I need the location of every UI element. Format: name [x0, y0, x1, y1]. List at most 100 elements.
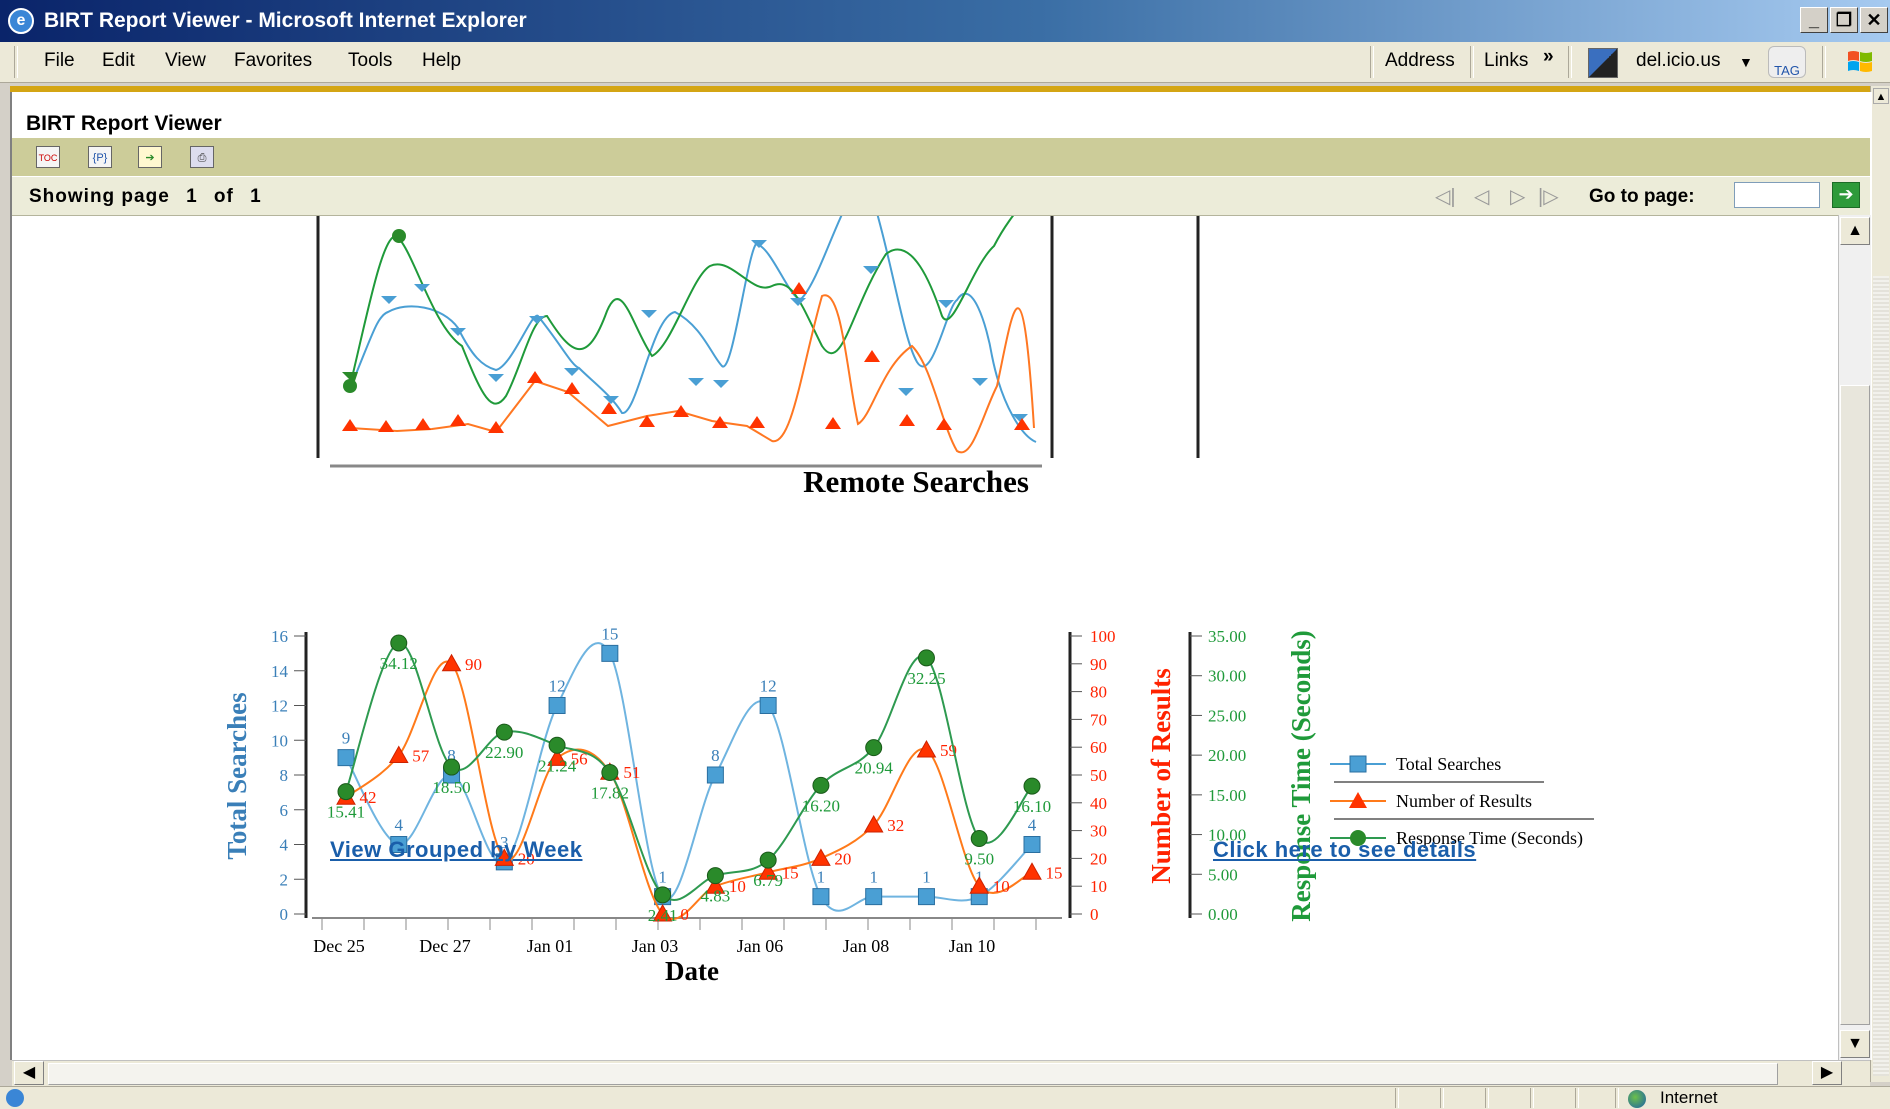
browser-vertical-scrollbar[interactable]: ▲ — [1870, 86, 1890, 1082]
scroll-up-button[interactable]: ▲ — [1840, 217, 1870, 245]
data-label: 15 — [1046, 863, 1063, 882]
menu-tools[interactable]: Tools — [348, 50, 392, 72]
browser-scroll-track[interactable] — [1873, 276, 1889, 1076]
first-page-icon[interactable]: ◁| — [1435, 184, 1456, 209]
address-label[interactable]: Address — [1385, 50, 1455, 72]
total-searches-point — [706, 766, 724, 784]
goto-button[interactable]: ➔ — [1832, 182, 1860, 208]
tag-button[interactable]: TAG — [1768, 46, 1806, 78]
scroll-right-button[interactable]: ▶ — [1812, 1061, 1842, 1085]
response-time-point — [759, 851, 777, 869]
scroll-up-icon[interactable]: ▲ — [1873, 88, 1889, 104]
data-label: 6.79 — [753, 871, 783, 890]
upper-marker — [564, 368, 580, 376]
results-point — [863, 815, 884, 833]
data-label: 10 — [729, 877, 746, 896]
y-tick-label-left: 0 — [280, 905, 289, 924]
see-details-link[interactable]: Click here to see details — [1213, 837, 1476, 863]
legend-square-icon — [1349, 755, 1367, 773]
total-searches-point — [601, 644, 619, 662]
menu-favorites[interactable]: Favorites — [234, 50, 312, 72]
upper-marker — [414, 284, 430, 292]
scroll-left-button[interactable]: ◀ — [14, 1061, 44, 1085]
zone-label: Internet — [1660, 1088, 1718, 1107]
y-axis-title-left: Total Searches — [222, 692, 252, 859]
y-axis-title-mid: Number of Results — [1146, 668, 1176, 884]
report-vertical-scrollbar[interactable]: ▲ ▼ — [1838, 215, 1871, 1060]
horizontal-scroll-thumb[interactable] — [48, 1063, 1778, 1085]
y-tick-label-left: 8 — [280, 766, 289, 785]
goto-label: Go to page: — [1589, 186, 1695, 207]
close-button[interactable]: ✕ — [1860, 7, 1888, 33]
goto-page-input[interactable] — [1734, 182, 1820, 208]
data-label: 4 — [395, 816, 404, 835]
data-label: 32.25 — [907, 669, 945, 688]
upper-marker — [641, 310, 657, 318]
data-label: 22.90 — [485, 743, 523, 762]
y-tick-label-right: 0.00 — [1208, 905, 1238, 924]
menu-view[interactable]: View — [165, 50, 206, 72]
toc-icon[interactable]: TOC — [36, 146, 60, 168]
x-tick-label: Jan 03 — [632, 936, 679, 956]
page-icon — [6, 1089, 24, 1107]
y-axis-title-right: Response Time (Seconds) — [1286, 630, 1316, 922]
upper-chart-partial — [316, 216, 1200, 468]
data-label: 20.94 — [855, 759, 894, 778]
legend-label: Number of Results — [1396, 791, 1532, 811]
remote-searches-chart: 024681012141601020304050607080901000.005… — [222, 624, 1594, 986]
response-time-point — [601, 763, 619, 781]
vertical-scroll-thumb[interactable] — [1840, 385, 1870, 1025]
y-tick-label-left: 12 — [271, 697, 288, 716]
links-more-icon[interactable]: » — [1543, 46, 1554, 68]
parameters-icon[interactable]: {P} — [88, 146, 112, 168]
x-tick-label: Jan 08 — [843, 936, 890, 956]
x-tick-label: Jan 06 — [737, 936, 784, 956]
status-bar: Internet — [0, 1086, 1890, 1109]
y-tick-label-left: 6 — [280, 801, 289, 820]
horizontal-scrollbar[interactable]: ◀ ▶ — [12, 1060, 1870, 1087]
links-label[interactable]: Links — [1484, 50, 1528, 72]
data-label: 1 — [817, 868, 826, 887]
minimize-button[interactable]: _ — [1800, 7, 1828, 33]
total-searches-point — [759, 697, 777, 714]
next-page-icon[interactable]: ▷ — [1510, 184, 1525, 209]
menu-help[interactable]: Help — [422, 50, 461, 72]
page-navigation-bar: Showing page 1 of 1 ◁| ◁ ▷ |▷ Go to page… — [12, 177, 1870, 216]
previous-page-icon[interactable]: ◁ — [1474, 184, 1489, 209]
chart-title: Remote Searches — [803, 464, 1029, 499]
y-tick-label-mid: 90 — [1090, 655, 1107, 674]
menu-edit[interactable]: Edit — [102, 50, 135, 72]
delicious-label[interactable]: del.icio.us — [1636, 50, 1721, 72]
print-icon[interactable]: ⎙ — [190, 146, 214, 168]
data-label: 90 — [465, 655, 482, 674]
total-searches-point — [917, 888, 935, 906]
data-label: 34.12 — [380, 654, 418, 673]
data-label: 57 — [412, 747, 430, 766]
dropdown-arrow-icon[interactable]: ▼ — [1739, 54, 1753, 70]
last-page-icon[interactable]: |▷ — [1538, 184, 1559, 209]
y-tick-label-mid: 60 — [1090, 738, 1107, 757]
scroll-down-button[interactable]: ▼ — [1840, 1030, 1870, 1058]
data-label: 18.50 — [432, 778, 470, 797]
results-point — [388, 745, 409, 764]
y-tick-label-mid: 0 — [1090, 905, 1099, 924]
total-searches-point — [548, 697, 566, 714]
results-point — [1022, 862, 1042, 880]
upper-marker — [343, 379, 357, 393]
data-label: 15.41 — [327, 803, 365, 822]
window-title: BIRT Report Viewer - Microsoft Internet … — [44, 9, 527, 32]
y-tick-label-left: 16 — [271, 627, 288, 646]
internet-zone-icon — [1628, 1090, 1646, 1108]
data-label: 15 — [601, 624, 618, 643]
data-label: 1 — [922, 868, 931, 887]
restore-button[interactable]: ❐ — [1830, 7, 1858, 33]
upper-marker — [898, 388, 914, 396]
menu-file[interactable]: File — [44, 50, 75, 72]
delicious-logo-icon — [1588, 48, 1618, 78]
view-grouped-by-week-link[interactable]: View Grouped by Week — [330, 837, 582, 863]
data-label: 4.83 — [701, 887, 731, 906]
export-icon[interactable]: ➔ — [138, 146, 162, 168]
upper-marker — [790, 298, 806, 306]
y-tick-label-mid: 20 — [1090, 849, 1107, 868]
y-tick-label-right: 5.00 — [1208, 865, 1238, 884]
